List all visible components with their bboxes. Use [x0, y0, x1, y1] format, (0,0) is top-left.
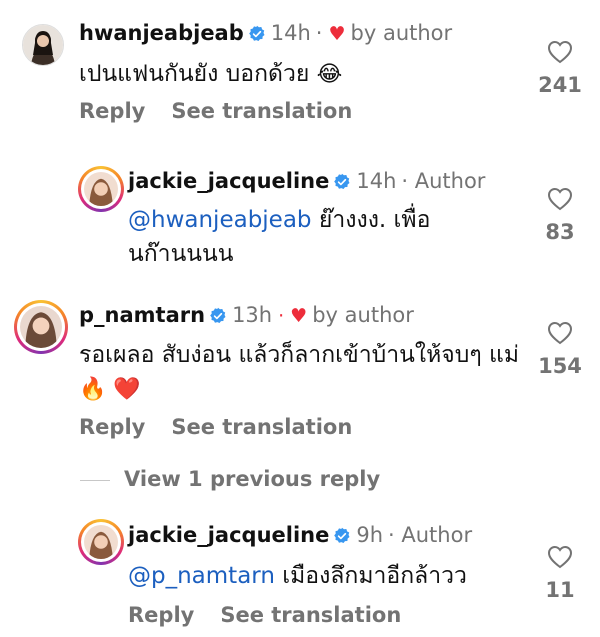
comment-actions: Reply See translation: [128, 601, 427, 629]
username[interactable]: p_namtarn: [79, 303, 205, 327]
avatar[interactable]: [78, 166, 124, 212]
see-translation-button[interactable]: See translation: [171, 99, 352, 123]
comment-header: hwanjeabjeab 14h · ♥ by author: [79, 19, 452, 48]
meta-separator: ·: [315, 21, 323, 45]
reply-button[interactable]: Reply: [79, 99, 145, 123]
comment-header: jackie_jacqueline 14h · Author: [128, 167, 485, 195]
avatar[interactable]: [20, 22, 66, 68]
liked-by-author: by author: [350, 21, 453, 45]
comment-hwanjeabjeab: hwanjeabjeab 14h · ♥ by author เปนแฟนกันยัง …: [0, 0, 600, 140]
heart-outline-icon[interactable]: [547, 40, 573, 64]
view-previous-label[interactable]: View 1 previous reply: [124, 467, 380, 491]
username[interactable]: jackie_jacqueline: [128, 523, 329, 547]
author-heart-icon: ♥: [328, 23, 346, 45]
timestamp: 14h: [270, 21, 311, 45]
author-label: · Author: [401, 169, 486, 193]
like-control: 83: [530, 187, 590, 245]
username[interactable]: hwanjeabjeab: [79, 21, 244, 45]
heart-outline-icon[interactable]: [547, 321, 573, 345]
timestamp: 14h: [356, 169, 397, 193]
heart-outline-icon[interactable]: [547, 545, 573, 569]
comment-p-namtarn: p_namtarn 13h · ♥ by author รอเผลอ สับง่อน …: [0, 290, 600, 460]
reply-jackie-jacqueline-1: jackie_jacqueline 14h · Author @hwanjeabje…: [0, 140, 600, 280]
like-count: 154: [538, 354, 582, 378]
comment-text: @p_namtarn เมืองลึกมาอีกล้าวว: [128, 559, 518, 593]
mention-link[interactable]: @hwanjeabjeab: [128, 207, 312, 233]
reply-jackie-jacqueline-2: jackie_jacqueline 9h · Author @p_namtarn เ…: [0, 505, 600, 637]
comment-body: รอเผลอ สับง่อน แล้วก็ลากเข้าบ้านให้จบๆ แ…: [79, 342, 519, 368]
like-control: 11: [530, 545, 590, 603]
comment-header: jackie_jacqueline 9h · Author: [128, 521, 472, 549]
comment-text: รอเผลอ สับง่อน แล้วก็ลากเข้าบ้านให้จบๆ แ…: [79, 338, 529, 407]
avatar[interactable]: [14, 300, 68, 354]
liked-by-author: by author: [312, 303, 414, 327]
comment-text: @hwanjeabjeab ย๊างงง. เพื่อ นก๊านนนน: [128, 203, 458, 271]
comment-actions: Reply See translation: [79, 97, 378, 125]
comment-text: เปนแฟนกันยัง บอกด้วย 😂: [79, 57, 519, 92]
username[interactable]: jackie_jacqueline: [128, 169, 329, 193]
view-previous-replies-button[interactable]: View 1 previous reply: [80, 465, 380, 493]
reply-thread-line: [80, 479, 110, 481]
mention-link[interactable]: @p_namtarn: [128, 563, 275, 589]
timestamp: 9h: [356, 523, 384, 547]
verified-badge-icon: [248, 25, 265, 42]
author-label: · Author: [388, 523, 473, 547]
avatar[interactable]: [78, 519, 124, 565]
reply-button[interactable]: Reply: [79, 415, 145, 439]
comment-actions: Reply See translation: [79, 413, 378, 441]
comment-body: เปนแฟนกันยัง บอกด้วย: [79, 61, 310, 87]
like-count: 241: [538, 73, 582, 97]
timestamp: 13h: [232, 303, 273, 327]
see-translation-button[interactable]: See translation: [171, 415, 352, 439]
author-heart-icon: · ♥: [278, 305, 308, 327]
verified-badge-icon: [210, 307, 226, 324]
verified-badge-icon: [334, 527, 350, 544]
fire-heart-emoji-icon: 🔥 ❤️: [79, 377, 141, 402]
comment-header: p_namtarn 13h · ♥ by author: [79, 301, 414, 330]
reply-button[interactable]: Reply: [128, 603, 194, 627]
heart-outline-icon[interactable]: [547, 187, 573, 211]
like-control: 154: [530, 321, 590, 379]
like-count: 83: [545, 220, 575, 244]
laughing-emoji-icon: 😂: [316, 62, 343, 87]
like-control: 241: [530, 40, 590, 98]
like-count: 11: [545, 578, 575, 602]
see-translation-button[interactable]: See translation: [220, 603, 401, 627]
verified-badge-icon: [334, 173, 350, 190]
comment-body: เมืองลึกมาอีกล้าวว: [274, 563, 467, 589]
